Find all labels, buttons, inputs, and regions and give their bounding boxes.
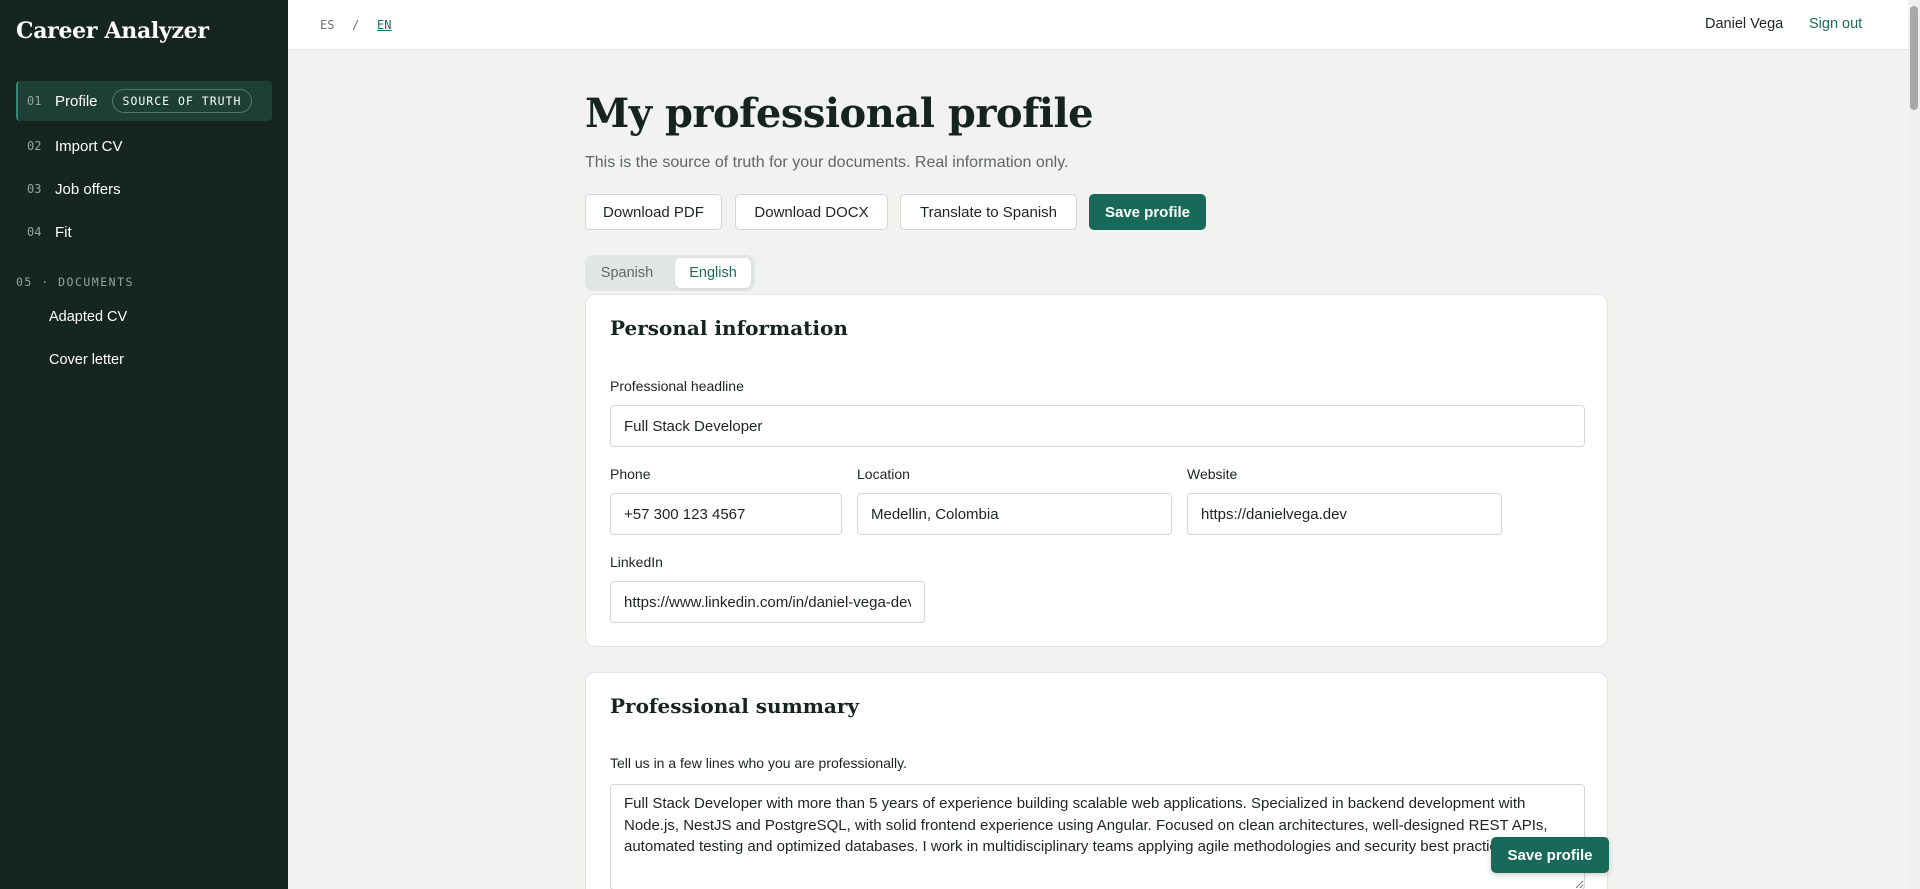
sidebar-item-adapted-cv[interactable]: Adapted CV (49, 309, 127, 325)
sidebar-item-profile[interactable]: 01 Profile SOURCE OF TRUTH (16, 81, 272, 121)
lang-es-link[interactable]: ES (320, 18, 334, 32)
lang-separator: / (352, 18, 360, 32)
translate-button[interactable]: Translate to Spanish (900, 194, 1077, 230)
location-input[interactable] (857, 493, 1172, 535)
nav-number: 04 (27, 225, 42, 239)
page-title: My professional profile (585, 90, 1094, 137)
page-scrollbar[interactable] (1908, 0, 1920, 889)
linkedin-label: LinkedIn (610, 554, 663, 570)
sidebar-item-fit[interactable]: 04 Fit (16, 212, 272, 252)
tab-english[interactable]: English (675, 258, 751, 288)
summary-prompt: Tell us in a few lines who you are profe… (610, 755, 908, 771)
top-bar: ES / EN Daniel Vega Sign out (288, 0, 1908, 50)
save-profile-button[interactable]: Save profile (1089, 194, 1206, 230)
user-name: Daniel Vega (1705, 16, 1784, 32)
phone-input[interactable] (610, 493, 842, 535)
floating-save-button[interactable]: Save profile (1491, 837, 1609, 873)
documents-section-label: 05 · DOCUMENTS (16, 275, 134, 289)
sidebar-item-cover-letter[interactable]: Cover letter (49, 352, 124, 368)
summary-textarea[interactable]: Full Stack Developer with more than 5 ye… (610, 784, 1585, 889)
sidebar-item-import-cv[interactable]: 02 Import CV (16, 126, 272, 166)
sidebar-item-job-offers[interactable]: 03 Job offers (16, 169, 272, 209)
nav-label: Fit (55, 223, 72, 241)
personal-info-title: Personal information (610, 316, 848, 340)
nav-label: Job offers (55, 180, 121, 198)
website-label: Website (1187, 466, 1238, 482)
app-logo: Career Analyzer (16, 18, 209, 44)
tab-spanish[interactable]: Spanish (589, 258, 665, 288)
summary-card: Professional summary Tell us in a few li… (585, 672, 1608, 889)
page-subtitle: This is the source of truth for your doc… (585, 154, 1069, 171)
nav-label: Profile (55, 92, 98, 110)
sidebar: Career Analyzer 01 Profile SOURCE OF TRU… (0, 0, 288, 889)
nav-number: 01 (27, 94, 42, 108)
linkedin-input[interactable] (610, 581, 925, 623)
phone-label: Phone (610, 466, 651, 482)
personal-info-card: Personal information Professional headli… (585, 294, 1608, 647)
sign-out-link[interactable]: Sign out (1809, 16, 1862, 32)
nav-number: 02 (27, 139, 42, 153)
nav-label: Import CV (55, 137, 123, 155)
website-input[interactable] (1187, 493, 1502, 535)
location-label: Location (857, 466, 910, 482)
source-of-truth-badge: SOURCE OF TRUTH (111, 89, 253, 113)
language-tabs: Spanish English (585, 255, 755, 291)
nav-number: 03 (27, 182, 42, 196)
download-docx-button[interactable]: Download DOCX (735, 194, 888, 230)
headline-label: Professional headline (610, 378, 744, 394)
scrollbar-thumb[interactable] (1910, 6, 1918, 110)
summary-title: Professional summary (610, 694, 860, 718)
headline-input[interactable] (610, 405, 1585, 447)
lang-en-link[interactable]: EN (377, 18, 391, 32)
download-pdf-button[interactable]: Download PDF (585, 194, 722, 230)
